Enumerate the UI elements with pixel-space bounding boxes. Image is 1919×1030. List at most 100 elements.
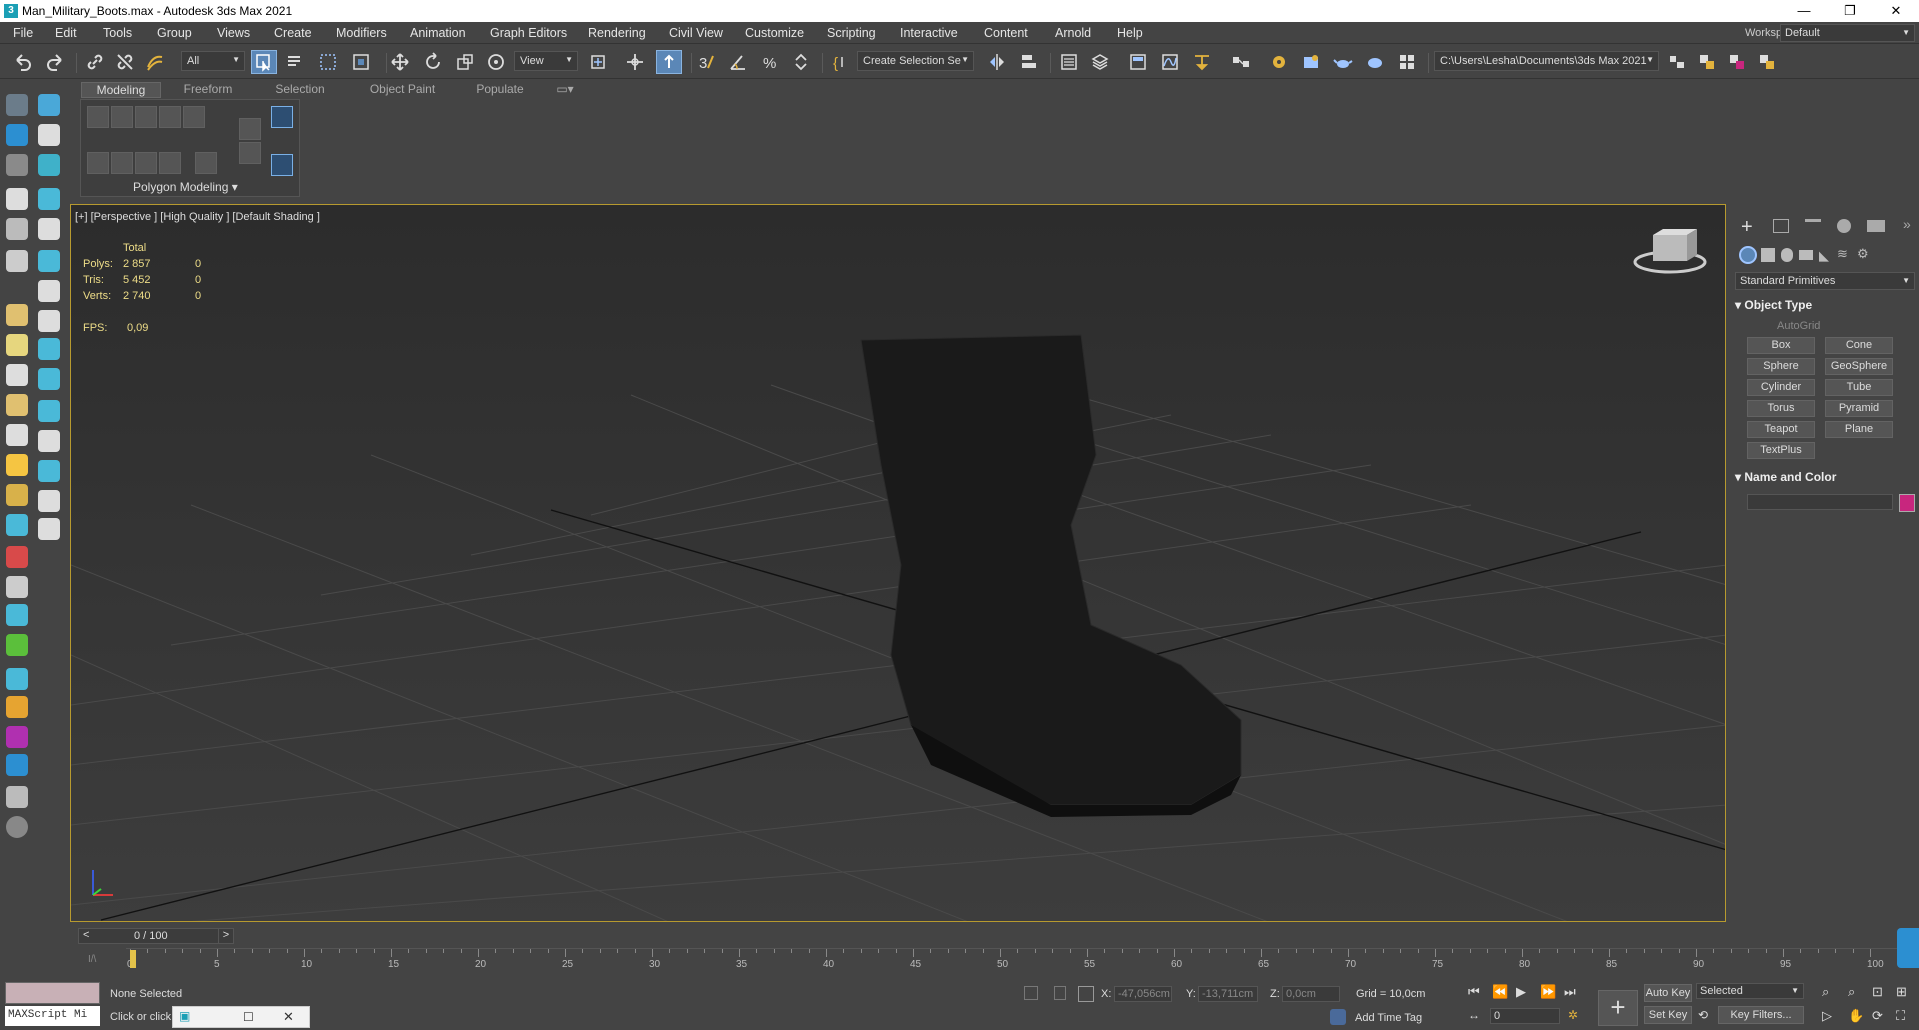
track-ruler[interactable]: 0510152025303540455055606570758085909510… bbox=[126, 948, 1919, 974]
key-mode-dropdown[interactable]: Selected ▼ bbox=[1696, 983, 1804, 999]
a360-gallery-button[interactable] bbox=[1394, 50, 1420, 74]
space-warps-icon[interactable]: ≋ bbox=[1837, 246, 1848, 262]
render-icon[interactable] bbox=[6, 726, 28, 748]
selection-filter-dropdown[interactable]: All ▼ bbox=[181, 51, 245, 71]
dots-icon[interactable] bbox=[38, 430, 60, 452]
ribbon-modify-mode-button[interactable] bbox=[239, 118, 261, 140]
spring-tool-icon[interactable] bbox=[6, 394, 28, 416]
redo-button[interactable] bbox=[42, 50, 68, 74]
workspaces-select[interactable]: Default ▼ bbox=[1780, 24, 1915, 42]
ribbon-toggle-command-panel-button[interactable] bbox=[271, 106, 293, 128]
menu-rendering[interactable]: Rendering bbox=[588, 26, 646, 40]
light-icon[interactable] bbox=[38, 94, 60, 116]
hemisphere-icon[interactable] bbox=[6, 484, 28, 506]
ribbon-polygon-button[interactable] bbox=[159, 106, 181, 128]
hierarchy-tab-icon[interactable] bbox=[1805, 219, 1821, 233]
camera-icon[interactable] bbox=[38, 154, 60, 176]
bulb-icon[interactable] bbox=[6, 188, 28, 210]
time-tag-icon[interactable] bbox=[1330, 1009, 1346, 1025]
frame-slider[interactable]: < 0 / 100 bbox=[78, 928, 226, 944]
field-of-view-icon[interactable]: ▷ bbox=[1822, 1008, 1832, 1024]
sun-light-icon[interactable] bbox=[6, 454, 28, 476]
box-tool-icon[interactable] bbox=[6, 154, 28, 176]
time-config-icon[interactable]: ✲ bbox=[1568, 1008, 1578, 1022]
spinner-snap-button[interactable] bbox=[788, 50, 814, 74]
ribbon-preview-subobject-button[interactable] bbox=[111, 152, 133, 174]
systems-icon[interactable]: ⚙ bbox=[1857, 246, 1869, 262]
material-editor-button[interactable] bbox=[1228, 50, 1254, 74]
bulb-outline-icon[interactable] bbox=[38, 518, 60, 540]
primitive-type-dropdown[interactable]: Standard Primitives ▼ bbox=[1735, 272, 1915, 290]
tab-populate[interactable]: Populate bbox=[460, 82, 540, 98]
create-tab-icon[interactable]: + bbox=[1741, 216, 1753, 239]
pyramid-tool-icon[interactable] bbox=[6, 424, 28, 446]
auto-key-button[interactable]: Auto Key bbox=[1644, 984, 1692, 1002]
scene-explorer-button[interactable] bbox=[1056, 50, 1082, 74]
x-coordinate-field[interactable]: -47,056cm bbox=[1114, 986, 1172, 1002]
trackbar-toggle-icon[interactable]: I/\ bbox=[88, 954, 96, 965]
next-frame-button[interactable]: ⏩ bbox=[1540, 984, 1556, 1000]
ribbon-preview-multi-button[interactable] bbox=[135, 152, 157, 174]
maximize-viewport-icon[interactable]: ⛶ bbox=[1896, 1008, 1905, 1024]
snaps-toggle-button[interactable]: 3 bbox=[694, 50, 720, 74]
next-frame-button[interactable]: > bbox=[218, 928, 234, 944]
menu-edit[interactable]: Edit bbox=[55, 26, 77, 40]
zoom-all-icon[interactable]: ⌕ bbox=[1848, 984, 1855, 1000]
zoom-extents-icon[interactable]: ⊡ bbox=[1872, 984, 1883, 1000]
mirror-button[interactable] bbox=[984, 50, 1010, 74]
object-color-swatch[interactable] bbox=[1899, 494, 1915, 512]
schematic-view-button[interactable] bbox=[1189, 50, 1215, 74]
zoom-extents-all-icon[interactable]: ⊞ bbox=[1896, 984, 1907, 1000]
named-selection-dropdown[interactable]: Create Selection Se ▼ bbox=[857, 51, 974, 71]
viewport-perspective[interactable]: [+] [Perspective ] [High Quality ] [Defa… bbox=[70, 204, 1726, 922]
placement-button[interactable] bbox=[483, 50, 509, 74]
orbit-icon[interactable]: ⟳ bbox=[1872, 1008, 1883, 1024]
geosphere-button[interactable]: GeoSphere bbox=[1825, 358, 1893, 375]
hair-icon[interactable] bbox=[6, 514, 28, 536]
helpers-icon[interactable]: ◣ bbox=[1819, 248, 1829, 264]
teapot-button[interactable]: Teapot bbox=[1747, 421, 1815, 438]
undo-button[interactable] bbox=[10, 50, 36, 74]
frame-icon[interactable] bbox=[38, 400, 60, 422]
viewcube[interactable] bbox=[1633, 229, 1707, 274]
link-button[interactable] bbox=[82, 50, 108, 74]
ribbon-border-button[interactable] bbox=[135, 106, 157, 128]
tab-selection[interactable]: Selection bbox=[260, 82, 340, 98]
keyboard-shortcut-override-button[interactable] bbox=[656, 50, 682, 74]
menu-customize[interactable]: Customize bbox=[745, 26, 804, 40]
sphere-tool-icon[interactable] bbox=[6, 124, 28, 146]
pyramid-button[interactable]: Pyramid bbox=[1825, 400, 1893, 417]
bone-icon[interactable] bbox=[38, 280, 60, 302]
menu-views[interactable]: Views bbox=[217, 26, 250, 40]
isolate-selection-icon[interactable] bbox=[1024, 986, 1038, 1000]
teapot-tool-icon[interactable] bbox=[6, 94, 28, 116]
key-mode-toggle-icon[interactable]: ↔ bbox=[1468, 1008, 1480, 1022]
maximize-button[interactable]: ❐ bbox=[1827, 0, 1873, 22]
menu-civil-view[interactable]: Civil View bbox=[669, 26, 723, 40]
rendered-frame-window-button[interactable] bbox=[1298, 50, 1324, 74]
menu-arnold[interactable]: Arnold bbox=[1055, 26, 1091, 40]
side-tab-button[interactable] bbox=[1897, 928, 1919, 968]
go-to-end-button[interactable]: ⏭ bbox=[1564, 984, 1576, 1000]
particle-icon[interactable] bbox=[6, 668, 28, 690]
percent-snap-button[interactable]: % bbox=[757, 50, 783, 74]
viewport-icon[interactable] bbox=[38, 460, 60, 482]
sphere-button[interactable]: Sphere bbox=[1747, 358, 1815, 375]
render-production-button[interactable] bbox=[1330, 50, 1356, 74]
menu-help[interactable]: Help bbox=[1117, 26, 1143, 40]
help-icon[interactable] bbox=[6, 816, 28, 838]
script-icon[interactable] bbox=[6, 754, 28, 776]
cloth-icon[interactable] bbox=[6, 576, 28, 598]
ribbon-panel-title[interactable]: Polygon Modeling ▾ bbox=[133, 180, 238, 194]
menu-content[interactable]: Content bbox=[984, 26, 1028, 40]
set-key-button[interactable]: Set Key bbox=[1644, 1006, 1692, 1024]
cylinder-button[interactable]: Cylinder bbox=[1747, 379, 1815, 396]
ribbon-preview-off-button[interactable] bbox=[87, 152, 109, 174]
shapes-icon[interactable] bbox=[1761, 248, 1775, 262]
shapes-icon[interactable] bbox=[6, 696, 28, 718]
object-name-input[interactable] bbox=[1747, 494, 1893, 510]
ribbon-vertex-button[interactable] bbox=[87, 106, 109, 128]
plane-button[interactable]: Plane bbox=[1825, 421, 1893, 438]
rotate-button[interactable] bbox=[420, 50, 446, 74]
toggle-scene-explorer-button[interactable] bbox=[1694, 50, 1720, 74]
